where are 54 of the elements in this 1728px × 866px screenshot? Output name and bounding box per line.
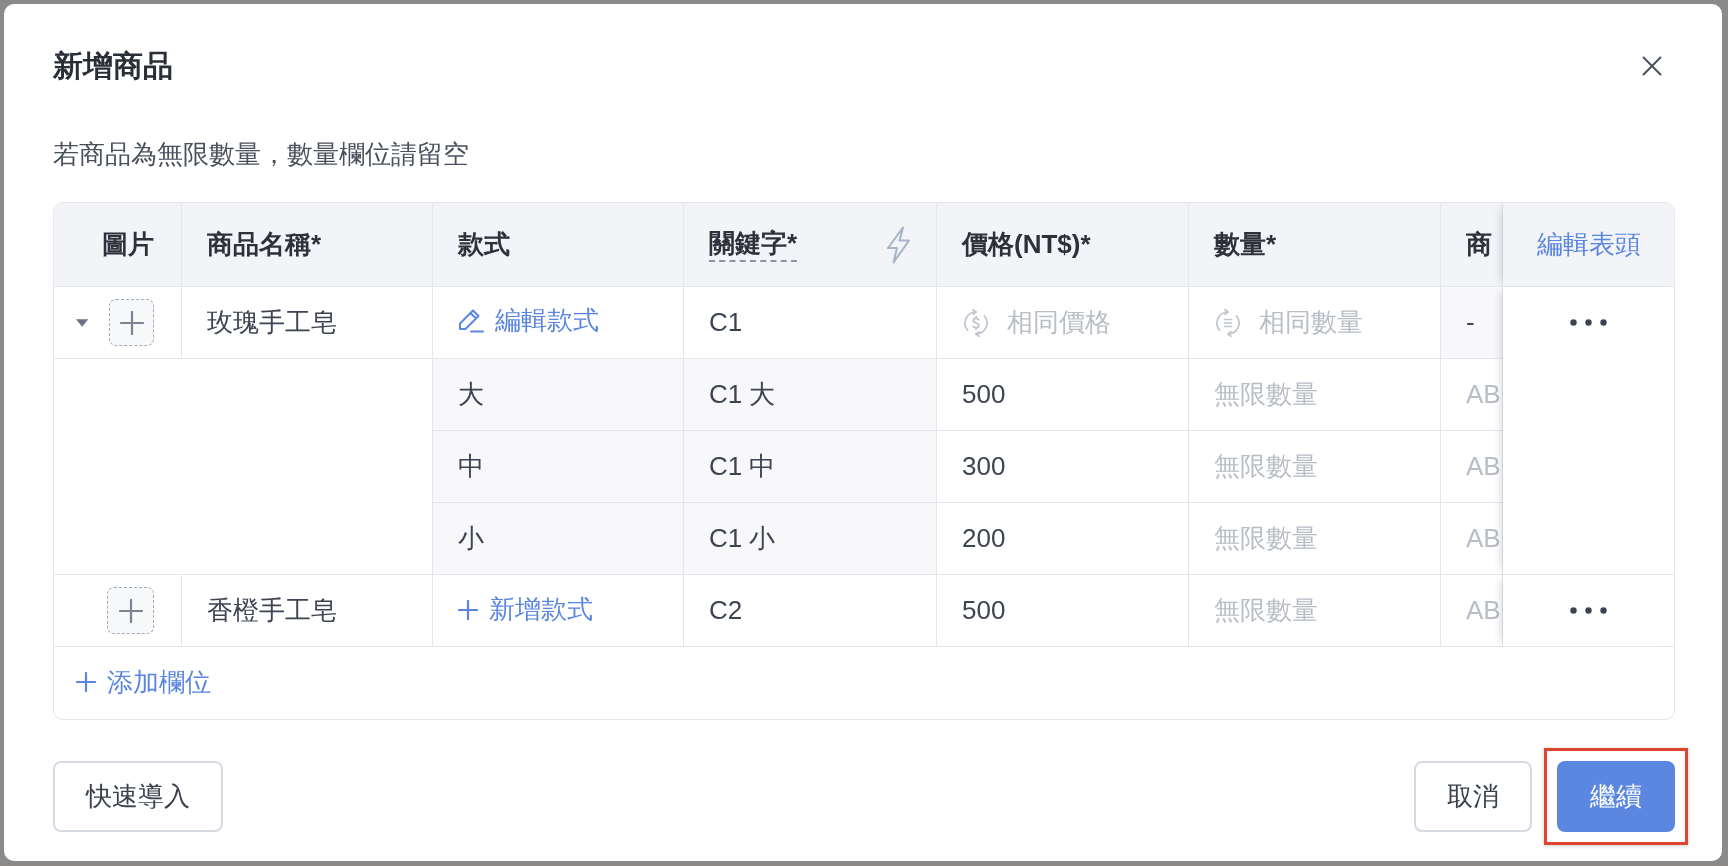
quantity-field[interactable]: 無限數量 [1189, 359, 1440, 430]
text-field[interactable]: AB [1441, 431, 1502, 502]
caret-down-icon[interactable] [76, 318, 89, 327]
price-field[interactable]: 500 [937, 575, 1188, 646]
sync-icon [1214, 308, 1242, 337]
variant-name-field[interactable]: 大 [433, 359, 683, 430]
more-icon [1570, 607, 1607, 614]
price-field[interactable]: 500 [937, 359, 1188, 430]
pencil-icon [458, 307, 484, 334]
close-icon [1642, 53, 1662, 79]
continue-button[interactable]: 繼續 [1557, 761, 1675, 832]
quantity-field[interactable]: 無限數量 [1189, 575, 1440, 646]
edit-variants-link[interactable]: 編輯款式 [458, 300, 599, 340]
column-header: 商 [1441, 203, 1503, 287]
plus-icon [458, 599, 478, 620]
image-upload-button[interactable] [107, 587, 154, 634]
plus-icon [118, 598, 143, 623]
column-header: 價格(NT$)* [937, 203, 1189, 287]
quantity-field[interactable]: 無限數量 [1189, 503, 1440, 574]
text-field[interactable]: AB [1441, 575, 1502, 646]
import-button[interactable]: 快速導入 [53, 761, 223, 832]
column-header: 商品名稱* [182, 203, 433, 287]
keyword-field[interactable]: C1 小 [684, 503, 936, 574]
lightning-icon [885, 225, 911, 264]
text-field[interactable]: - [1441, 287, 1502, 358]
text-field[interactable]: AB [1441, 503, 1502, 574]
price-field[interactable]: 200 [937, 503, 1188, 574]
price-field[interactable]: 300 [937, 431, 1188, 502]
product-name-field[interactable]: 玫瑰手工皂 [182, 287, 432, 358]
quantity-field[interactable]: 無限數量 [1189, 431, 1440, 502]
add-field-link[interactable]: 添加欄位 [76, 662, 211, 702]
image-upload-button[interactable] [109, 299, 154, 346]
product-name-field[interactable]: 香橙手工皂 [182, 575, 432, 646]
plus-icon [119, 310, 144, 335]
keyword-field[interactable]: C2 [684, 575, 936, 646]
dialog-title: 新增商品 [53, 48, 173, 84]
column-header: 圖片 [54, 203, 182, 287]
plus-icon [76, 672, 96, 693]
keyword-field[interactable]: C1 [684, 287, 936, 358]
keyword-field[interactable]: C1 大 [684, 359, 936, 430]
variant-name-field[interactable]: 小 [433, 503, 683, 574]
column-header: 關鍵字* [709, 227, 798, 262]
variant-name-field[interactable]: 中 [433, 431, 683, 502]
column-header: 款式 [433, 203, 684, 287]
price-field[interactable]: 相同價格 [990, 287, 1188, 358]
quantity-field[interactable]: 相同數量 [1242, 287, 1440, 358]
more-icon [1570, 319, 1607, 326]
keyword-field[interactable]: C1 中 [684, 431, 936, 502]
column-header: 數量* [1189, 203, 1441, 287]
cancel-button[interactable]: 取消 [1414, 761, 1532, 832]
add-variant-link[interactable]: 新增款式 [458, 590, 593, 630]
sync-icon [962, 308, 990, 337]
hint-text: 若商品為無限數量，數量欄位請留空 [53, 138, 470, 171]
text-field[interactable]: AB [1441, 359, 1502, 430]
